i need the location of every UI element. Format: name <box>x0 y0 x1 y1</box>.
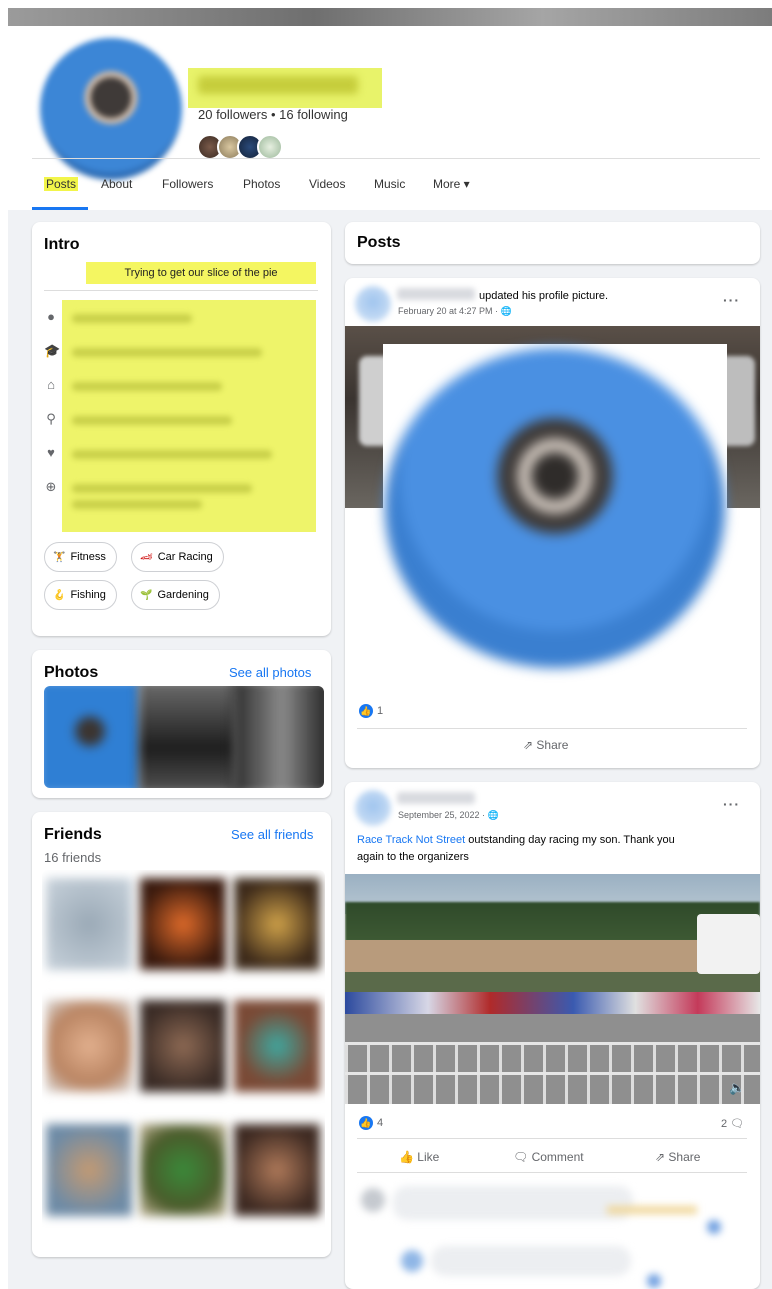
tab-followers[interactable]: Followers <box>162 177 213 191</box>
photo-thumbnail[interactable] <box>44 686 142 788</box>
post-menu-icon[interactable]: ··· <box>723 796 740 812</box>
sprout-icon: 🌱 <box>140 590 153 601</box>
info-icon: ● <box>47 309 55 324</box>
profile-tabs: Posts About Followers Photos Videos Musi… <box>32 158 760 210</box>
post-author-avatar[interactable] <box>355 790 391 826</box>
intro-bio: Trying to get our slice of the pie <box>86 262 316 284</box>
tab-more[interactable]: More ▾ <box>433 177 470 191</box>
follow-counts[interactable]: 20 followers • 16 following <box>198 107 348 122</box>
heart-icon: ♥ <box>47 445 55 460</box>
like-reaction-icon[interactable]: 👍 <box>359 704 373 718</box>
comments-section-blurred <box>357 1180 753 1289</box>
friend-tile[interactable] <box>140 1000 226 1092</box>
intro-details-redacted <box>62 300 316 532</box>
divider <box>357 728 747 729</box>
friends-title: Friends <box>44 826 102 843</box>
home-icon: ⌂ <box>47 377 55 392</box>
divider <box>357 1172 747 1173</box>
thumbs-up-icon: 👍 <box>399 1150 414 1164</box>
see-all-photos-link[interactable]: See all photos <box>229 665 311 680</box>
friend-tile[interactable] <box>234 1124 320 1216</box>
friend-tile[interactable] <box>46 1000 132 1092</box>
post-race-track: September 25, 2022 · 🌐 ··· Race Track No… <box>345 782 760 1289</box>
reaction-count[interactable]: 4 <box>377 1117 383 1129</box>
post-timestamp[interactable]: September 25, 2022 · 🌐 <box>398 810 499 821</box>
like-button[interactable]: 👍 Like <box>399 1150 439 1164</box>
comment-count[interactable]: 2 🗨 <box>721 1117 744 1130</box>
friend-tile[interactable] <box>234 1000 320 1092</box>
hobby-car-racing[interactable]: 🏎 Car Racing <box>131 542 224 572</box>
friends-card: Friends See all friends 16 friends <box>32 812 331 1257</box>
share-arrow-icon: ⇗ <box>655 1150 666 1164</box>
divider <box>357 1138 747 1139</box>
friend-tile[interactable] <box>46 1124 132 1216</box>
mute-icon[interactable]: 🔈 <box>729 1080 745 1096</box>
cover-photo[interactable] <box>8 8 772 26</box>
post-profile-picture: updated his profile picture. February 20… <box>345 278 760 768</box>
hobby-gardening[interactable]: 🌱 Gardening <box>131 580 220 610</box>
main-content: Intro Trying to get our slice of the pie… <box>8 210 772 1289</box>
photos-title: Photos <box>44 664 99 681</box>
location-pin-icon: ⚲ <box>46 411 56 426</box>
share-arrow-icon: ⇗ <box>523 738 534 752</box>
comment-bubble-icon: 🗨 <box>730 1118 745 1130</box>
post-timestamp[interactable]: February 20 at 4:27 PM · 🌐 <box>398 306 512 317</box>
posts-header-card: Posts <box>345 222 760 264</box>
post-menu-icon[interactable]: ··· <box>723 292 740 308</box>
reaction-count[interactable]: 1 <box>377 705 383 717</box>
tab-music[interactable]: Music <box>374 177 405 191</box>
hobby-fishing[interactable]: 🪝 Fishing <box>44 580 117 610</box>
photo-thumbnail[interactable] <box>232 686 324 788</box>
globe-icon: ⊕ <box>45 479 57 494</box>
share-button[interactable]: ⇗ Share <box>523 738 568 752</box>
tab-photos[interactable]: Photos <box>243 177 280 191</box>
share-button[interactable]: ⇗ Share <box>655 1150 700 1164</box>
hobby-fitness[interactable]: 🏋 Fitness <box>44 542 117 572</box>
photos-card: Photos See all photos <box>32 650 331 798</box>
tab-about[interactable]: About <box>101 177 132 191</box>
page-mention-link[interactable]: Race Track Not Street <box>357 834 465 846</box>
post-author-name-redacted[interactable] <box>397 792 475 804</box>
comment-button[interactable]: 🗨 Comment <box>513 1150 584 1164</box>
divider <box>44 290 318 291</box>
photo-thumbnail[interactable] <box>138 686 238 788</box>
mutual-avatar[interactable] <box>257 134 283 160</box>
profile-picture-image[interactable] <box>385 348 725 668</box>
tab-videos[interactable]: Videos <box>309 177 345 191</box>
comment-icon: 🗨 <box>513 1150 529 1164</box>
post-action-text: updated his profile picture. <box>479 290 609 302</box>
race-car-icon: 🏎 <box>140 552 153 563</box>
friends-grid <box>42 870 325 1236</box>
see-all-friends-link[interactable]: See all friends <box>231 827 313 842</box>
posts-title: Posts <box>357 234 401 251</box>
photos-grid <box>44 686 324 788</box>
friend-tile[interactable] <box>140 1124 226 1216</box>
education-icon: 🎓 <box>44 343 61 358</box>
profile-name-redacted <box>188 68 382 108</box>
post-author-name-redacted[interactable] <box>397 288 475 300</box>
friend-tile[interactable] <box>140 878 226 970</box>
fishing-hook-icon: 🪝 <box>53 590 66 601</box>
friend-tile[interactable] <box>46 878 132 970</box>
intro-card: Intro Trying to get our slice of the pie… <box>32 222 331 636</box>
intro-title: Intro <box>44 236 80 253</box>
like-reaction-icon[interactable]: 👍 <box>359 1116 373 1130</box>
post-video[interactable]: 🔈 <box>345 874 760 1104</box>
friends-count: 16 friends <box>44 850 102 865</box>
dumbbell-icon: 🏋 <box>53 552 66 563</box>
mutual-avatars[interactable] <box>197 134 283 160</box>
post-body-text: Race Track Not Street outstanding day ra… <box>357 834 675 863</box>
tab-posts[interactable]: Posts <box>44 177 79 191</box>
friend-tile[interactable] <box>234 878 320 970</box>
post-author-avatar[interactable] <box>355 286 391 322</box>
